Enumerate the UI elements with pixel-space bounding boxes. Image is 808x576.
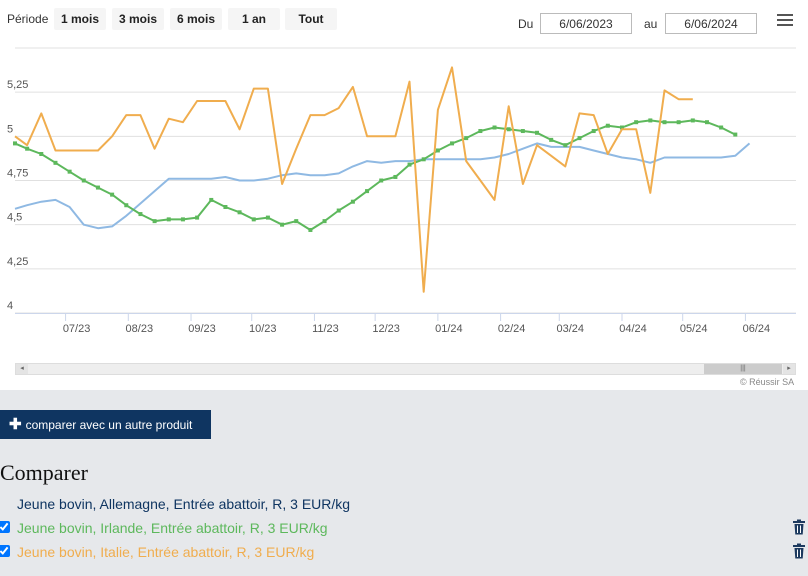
data-point	[662, 120, 667, 125]
plus-icon: ✚	[9, 416, 22, 433]
data-point	[506, 127, 511, 132]
data-point	[67, 169, 72, 174]
data-point	[138, 212, 143, 217]
data-point	[676, 120, 681, 125]
y-tick-label: 4	[7, 300, 13, 312]
data-point	[180, 217, 185, 222]
data-point	[733, 132, 738, 137]
data-point	[39, 152, 44, 156]
data-point	[294, 219, 299, 224]
data-point	[563, 143, 568, 148]
data-point	[25, 146, 30, 151]
x-tick-label: 03/24	[557, 323, 585, 335]
data-point	[280, 222, 285, 227]
series-checkbox-italy[interactable]	[0, 545, 10, 557]
x-tick-label: 08/23	[126, 323, 154, 335]
data-point	[520, 129, 525, 134]
x-tick-label: 12/23	[372, 323, 400, 335]
data-point	[53, 160, 58, 165]
y-tick-label: 4,5	[7, 212, 22, 224]
data-point	[237, 210, 242, 215]
trash-icon[interactable]	[792, 543, 806, 559]
data-point	[379, 178, 384, 183]
credit-text: © Réussir SA	[740, 377, 795, 387]
data-point	[478, 129, 483, 134]
data-point	[336, 208, 341, 213]
data-point	[322, 219, 327, 224]
data-point	[464, 136, 469, 141]
series-checkbox-ireland[interactable]	[0, 521, 10, 533]
data-point	[223, 205, 228, 209]
data-point	[393, 174, 398, 179]
series-label-italy: Jeune bovin, Italie, Entrée abattoir, R,…	[17, 544, 315, 560]
series-line-2	[14, 66, 693, 293]
data-point	[110, 192, 115, 197]
x-tick-label: 04/24	[619, 323, 647, 335]
data-point	[251, 217, 256, 222]
x-tick-label: 02/24	[498, 323, 526, 335]
data-point	[166, 217, 171, 222]
line-chart: 4 4,25 4,5 4,75 5 5,25 07/23 08/23 09/23 10/23 11/…	[7, 47, 796, 335]
scroll-left-arrow-icon[interactable]: ◂	[16, 364, 28, 374]
x-tick-label: 05/24	[680, 323, 708, 335]
x-tick-label: 09/23	[188, 323, 216, 335]
data-point	[308, 227, 313, 232]
data-point	[492, 125, 497, 130]
data-point	[704, 120, 709, 125]
x-tick-label: 11/23	[312, 323, 339, 335]
data-point	[195, 215, 200, 220]
data-point	[648, 118, 653, 123]
compare-section-title: Comparer	[0, 460, 88, 485]
data-point	[407, 162, 412, 167]
scrollbar-thumb[interactable]: |||	[704, 364, 782, 374]
x-tick-label: 01/24	[435, 323, 463, 335]
data-point	[450, 141, 455, 146]
data-point	[365, 189, 370, 194]
y-tick-label: 4,75	[7, 168, 28, 180]
y-tick-label: 5	[7, 123, 13, 135]
x-tick-label: 10/23	[249, 323, 277, 335]
data-point	[435, 148, 440, 153]
compare-product-button[interactable]: ✚ comparer avec un autre produit	[0, 410, 211, 439]
data-point	[605, 123, 610, 128]
data-point	[350, 199, 355, 204]
data-point	[719, 125, 724, 130]
data-point	[690, 118, 695, 123]
data-point	[13, 141, 17, 146]
data-point	[152, 219, 157, 224]
data-point	[535, 130, 540, 135]
x-tick-label: 07/23	[63, 323, 91, 335]
data-point	[591, 129, 596, 134]
y-tick-label: 5,25	[7, 79, 28, 91]
data-point	[95, 185, 100, 190]
data-point	[124, 203, 129, 208]
x-tick-label: 06/24	[743, 323, 771, 335]
y-tick-label: 4,25	[7, 256, 28, 268]
data-point	[209, 197, 214, 202]
compare-button-label: comparer avec un autre produit	[25, 418, 193, 432]
scroll-right-arrow-icon[interactable]: ▸	[783, 364, 795, 374]
chart-panel: Période 1 mois 3 mois 6 mois 1 an Tout D…	[0, 0, 808, 390]
series-line-0	[14, 142, 751, 230]
data-point	[577, 136, 582, 141]
chart-scrollbar[interactable]: ◂ ||| ▸	[15, 363, 796, 375]
data-point	[81, 178, 86, 183]
data-point	[549, 137, 554, 142]
series-label-ireland: Jeune bovin, Irlande, Entrée abattoir, R…	[17, 520, 328, 536]
series-label-germany: Jeune bovin, Allemagne, Entrée abattoir,…	[17, 496, 351, 512]
data-point	[634, 120, 639, 125]
data-point	[265, 215, 270, 220]
data-point	[421, 157, 426, 162]
trash-icon[interactable]	[792, 519, 806, 535]
